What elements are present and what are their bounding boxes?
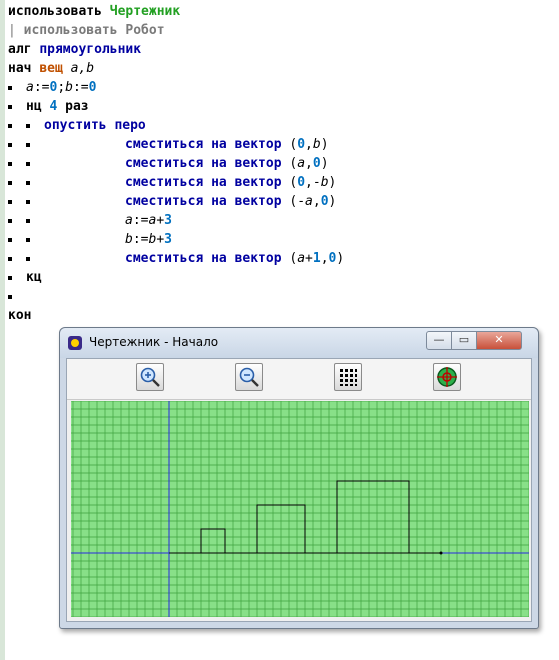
zoom-out-icon: [239, 367, 259, 387]
indent-marker: [26, 181, 30, 185]
code-line-3: алг прямоугольник: [8, 42, 142, 57]
code-line-4: нач вещ a,b: [8, 61, 95, 76]
indent-marker: [26, 200, 30, 204]
zoom-out-button[interactable]: [235, 363, 263, 391]
indent-marker: [8, 238, 12, 242]
indent-marker: [8, 295, 12, 299]
minimize-button[interactable]: —: [426, 331, 452, 350]
indent-marker: [8, 105, 12, 109]
code-line-5: a:=0;b:=0: [26, 80, 97, 95]
center-view-button[interactable]: [433, 363, 461, 391]
indent-marker: [8, 124, 12, 128]
window-client: [66, 358, 532, 622]
indent-marker: [8, 219, 12, 223]
code-line-12: a:=a+3: [125, 213, 172, 228]
indent-marker: [26, 257, 30, 261]
indent-marker: [26, 124, 30, 128]
maximize-button[interactable]: ▭: [451, 331, 477, 350]
code-line-10: сместиться на вектор (0,-b): [125, 175, 337, 190]
code-line-9: сместиться на вектор (a,0): [125, 156, 329, 171]
code-line-7: опустить перо: [44, 118, 146, 133]
indent-marker: [8, 86, 12, 90]
indent-marker: [8, 143, 12, 147]
drawer-toolbar: [67, 359, 531, 400]
indent-marker: [26, 219, 30, 223]
drawing-canvas[interactable]: [71, 401, 529, 617]
grid-toggle-button[interactable]: [334, 363, 362, 391]
code-line-6: нц 4 раз: [26, 99, 89, 114]
indent-marker: [8, 200, 12, 204]
indent-marker: [8, 276, 12, 280]
code-line-13: b:=b+3: [125, 232, 172, 247]
indent-marker: [26, 238, 30, 242]
window-titlebar[interactable]: Чертежник - Начало — ▭ ✕: [60, 328, 538, 358]
code-line-11: сместиться на вектор (-a,0): [125, 194, 337, 209]
target-icon: [437, 367, 457, 387]
app-icon: [68, 336, 82, 350]
indent-marker: [26, 162, 30, 166]
code-line-2: | использовать Робот: [8, 23, 165, 38]
indent-marker: [8, 162, 12, 166]
close-button[interactable]: ✕: [476, 331, 522, 350]
code-line-15: кц: [26, 270, 42, 285]
indent-marker: [8, 257, 12, 261]
canvas-background: [71, 401, 529, 617]
code-editor[interactable]: использовать Чертежник | использовать Ро…: [0, 0, 559, 330]
code-line-1: использовать Чертежник: [8, 4, 181, 19]
indent-marker: [8, 181, 12, 185]
zoom-in-icon: [140, 367, 160, 387]
code-line-17: кон: [8, 308, 32, 323]
zoom-in-button[interactable]: [136, 363, 164, 391]
code-line-8: сместиться на вектор (0,b): [125, 137, 329, 152]
window-title: Чертежник - Начало: [89, 335, 219, 349]
grid-dots-icon: [340, 369, 357, 386]
indent-marker: [26, 143, 30, 147]
pen-position: [439, 551, 443, 555]
drawer-window: Чертежник - Начало — ▭ ✕: [59, 327, 539, 629]
code-line-14: сместиться на вектор (a+1,0): [125, 251, 345, 266]
